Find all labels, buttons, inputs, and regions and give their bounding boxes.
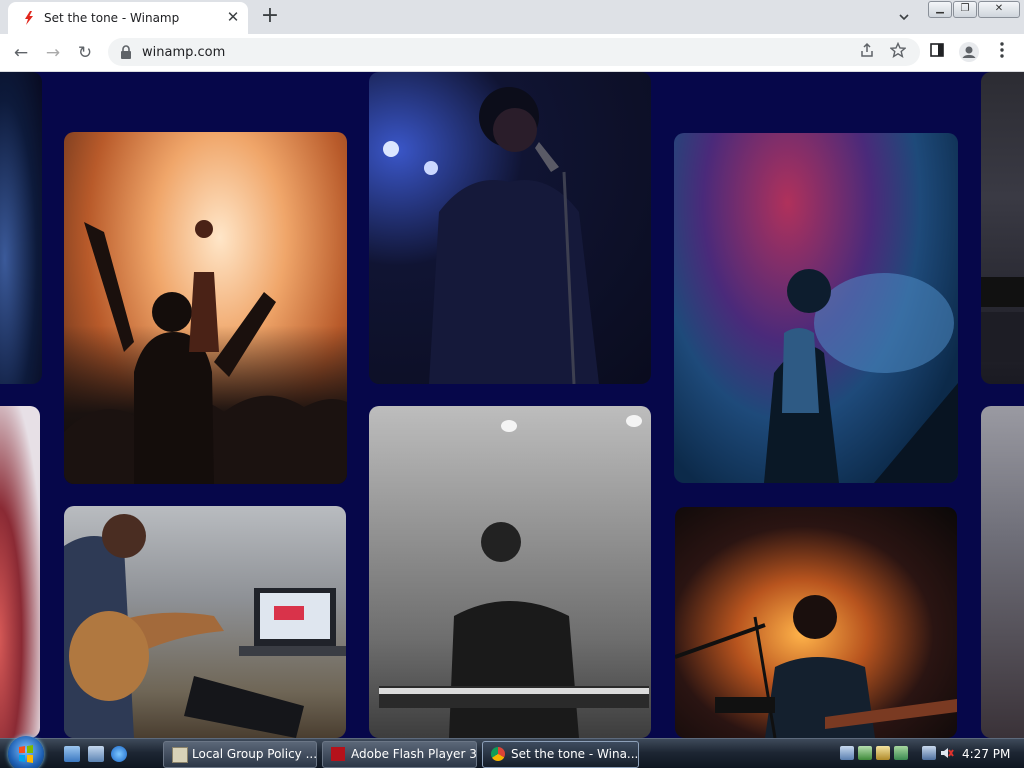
show-desktop-icon[interactable] bbox=[64, 746, 80, 762]
singer-microphone-photo bbox=[369, 72, 651, 384]
edge-photo-left-bottom bbox=[0, 406, 40, 738]
performer-blue-smoke-photo bbox=[674, 133, 958, 483]
network-icon[interactable] bbox=[922, 746, 936, 760]
windows-taskbar: Local Group Policy ... Adobe Flash Playe… bbox=[0, 736, 1024, 768]
bookmark-star-icon[interactable] bbox=[887, 41, 909, 64]
flash-player-icon bbox=[331, 747, 345, 761]
windows-start-orb[interactable] bbox=[8, 736, 44, 768]
chrome-icon bbox=[491, 747, 505, 761]
window-close-button[interactable]: ✕ bbox=[978, 1, 1020, 18]
tab-close-icon[interactable]: ✕ bbox=[224, 8, 242, 26]
taskbar-clock[interactable]: 4:27 PM bbox=[962, 739, 1010, 768]
new-tab-button[interactable]: + bbox=[258, 4, 282, 28]
side-panel-icon[interactable] bbox=[926, 42, 948, 64]
taskbar-item-label: Adobe Flash Player 32 bbox=[351, 747, 477, 761]
switch-windows-icon[interactable] bbox=[88, 746, 104, 762]
reload-icon[interactable]: ↻ bbox=[74, 42, 96, 64]
windows-logo-icon bbox=[19, 745, 33, 763]
window-restore-button[interactable]: ❐ bbox=[953, 1, 977, 18]
forward-arrow-icon[interactable]: → bbox=[42, 42, 64, 64]
edge-photo-right-bottom bbox=[981, 406, 1024, 738]
tab-title: Set the tone - Winamp bbox=[44, 11, 180, 25]
group-policy-icon bbox=[172, 747, 188, 763]
share-icon[interactable] bbox=[856, 42, 878, 64]
back-arrow-icon[interactable]: ← bbox=[10, 42, 32, 64]
guitarist-laptop-photo bbox=[64, 506, 346, 738]
taskbar-item-label: Set the tone - Wina... bbox=[511, 747, 639, 761]
tray-app-icon-2[interactable] bbox=[858, 746, 872, 760]
address-bar[interactable]: winamp.com bbox=[108, 38, 920, 66]
browser-tab-strip: Set the tone - Winamp ✕ + ▁ ❐ ✕ bbox=[0, 0, 1024, 34]
window-minimize-button[interactable]: ▁ bbox=[928, 1, 952, 18]
taskbar-item-flash-player[interactable]: Adobe Flash Player 32 bbox=[322, 741, 477, 768]
internet-explorer-icon[interactable] bbox=[111, 746, 127, 762]
browser-toolbar: ← → ↻ winamp.com bbox=[0, 34, 1024, 72]
taskbar-item-label: Local Group Policy ... bbox=[192, 747, 317, 761]
tray-app-icon-4[interactable] bbox=[894, 746, 908, 760]
tab-search-chevron-icon[interactable] bbox=[894, 8, 914, 26]
winamp-photo-grid bbox=[0, 72, 1024, 738]
lock-icon bbox=[121, 45, 131, 59]
volume-muted-icon[interactable] bbox=[940, 746, 954, 760]
profile-icon[interactable] bbox=[958, 42, 980, 64]
tab-set-the-tone[interactable]: Set the tone - Winamp ✕ bbox=[8, 2, 248, 34]
edge-photo-left-top bbox=[0, 72, 42, 384]
winamp-favicon-icon bbox=[25, 11, 33, 25]
guitarist-mic-stand-photo bbox=[675, 507, 957, 738]
tray-app-icon-1[interactable] bbox=[840, 746, 854, 760]
url-text: winamp.com bbox=[142, 45, 226, 60]
taskbar-item-group-policy[interactable]: Local Group Policy ... bbox=[163, 741, 317, 768]
menu-icon[interactable] bbox=[991, 42, 1013, 64]
taskbar-item-chrome[interactable]: Set the tone - Wina... bbox=[482, 741, 639, 768]
tray-app-icon-3[interactable] bbox=[876, 746, 890, 760]
keyboardist-stage-photo bbox=[369, 406, 651, 738]
edge-photo-right-top bbox=[981, 72, 1024, 384]
concert-crowd-photo bbox=[64, 132, 347, 484]
